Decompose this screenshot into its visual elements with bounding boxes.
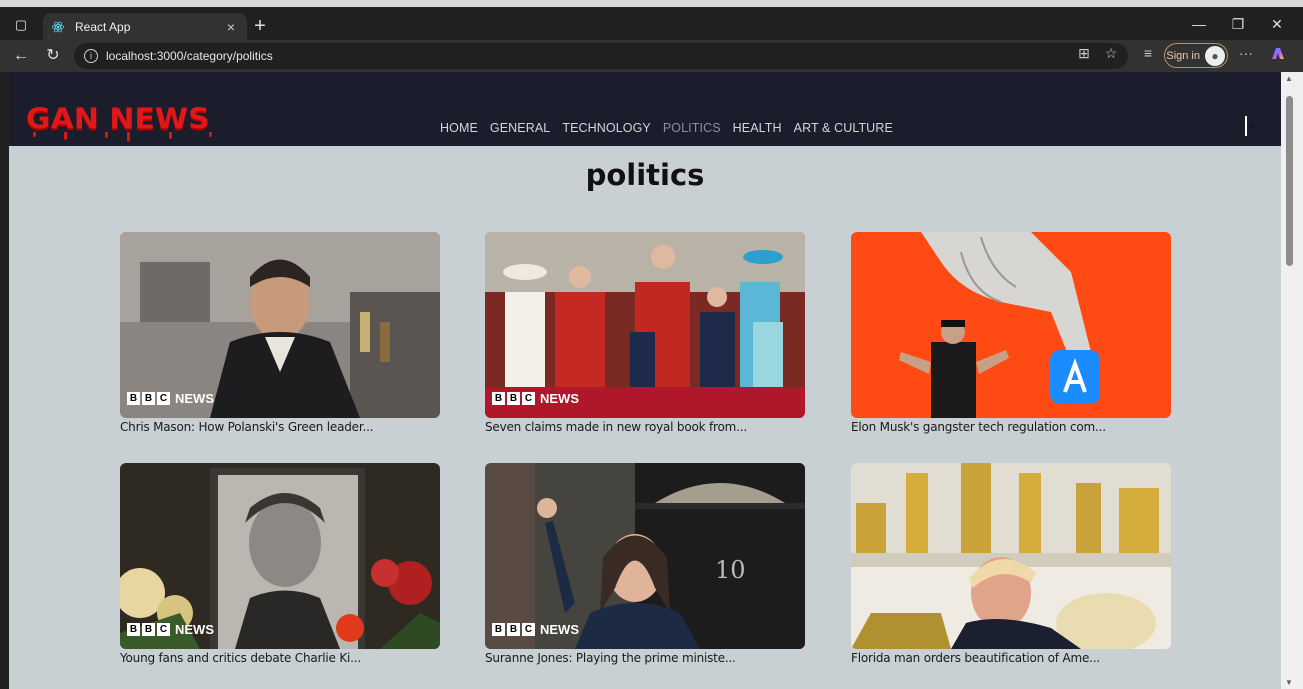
- article-caption[interactable]: Elon Musk's gangster tech regulation com…: [851, 420, 1171, 434]
- back-icon[interactable]: ←: [10, 45, 32, 67]
- logo-drip: [169, 132, 172, 139]
- tab-title: React App: [75, 20, 131, 34]
- scrollbar-thumb[interactable]: [1286, 96, 1293, 266]
- svg-text:10: 10: [715, 556, 746, 584]
- favorites-icon[interactable]: ≡: [1138, 45, 1158, 61]
- close-window-icon[interactable]: ✕: [1265, 16, 1289, 33]
- site-logo[interactable]: GAN NEWS: [26, 103, 210, 136]
- new-tab-button[interactable]: +: [250, 16, 270, 36]
- bbc-news-badge: BBC NEWS: [492, 391, 579, 406]
- bbc-news-badge: BBC NEWS: [127, 391, 214, 406]
- nav-general[interactable]: GENERAL: [490, 121, 550, 135]
- main-nav: HOME GENERAL TECHNOLOGY POLITICS HEALTH …: [440, 121, 905, 135]
- refresh-icon[interactable]: ↻: [42, 45, 64, 67]
- browser-tab-bar: ▢ React App × + — ❐ ✕: [0, 0, 1303, 41]
- bbc-news-badge: BBC NEWS: [492, 622, 579, 637]
- article-image[interactable]: 10 BBC NEWS: [485, 463, 805, 649]
- article-caption[interactable]: Young fans and critics debate Charlie Ki…: [120, 651, 440, 665]
- article-caption[interactable]: Seven claims made in new royal book from…: [485, 420, 805, 434]
- site-header: GAN NEWS HOME GENERAL TECHNOLOGY POLITIC…: [9, 72, 1281, 146]
- react-icon: [52, 21, 64, 33]
- sign-in-label: Sign in: [1166, 49, 1200, 62]
- search-input[interactable]: [1245, 116, 1247, 136]
- address-bar-row: ← ↻ i localhost:3000/category/politics ⊞…: [0, 40, 1303, 72]
- article-card[interactable]: Elon Musk's gangster tech regulation com…: [851, 232, 1171, 434]
- nav-health[interactable]: HEALTH: [733, 121, 782, 135]
- logo-drip: [105, 132, 108, 138]
- search-icon[interactable]: ⌕: [1249, 118, 1256, 133]
- nav-home[interactable]: HOME: [440, 121, 478, 135]
- minimize-icon[interactable]: —: [1187, 16, 1211, 32]
- restore-icon[interactable]: ❐: [1226, 16, 1250, 33]
- url-field[interactable]: i localhost:3000/category/politics: [74, 43, 1128, 69]
- url-text: localhost:3000/category/politics: [106, 49, 273, 63]
- logo-drip: [33, 132, 36, 137]
- article-caption[interactable]: Chris Mason: How Polanski's Green leader…: [120, 420, 440, 434]
- app-available-icon[interactable]: ⊞: [1074, 45, 1094, 62]
- scroll-up-icon[interactable]: ▲: [1285, 74, 1293, 83]
- page-viewport: GAN NEWS HOME GENERAL TECHNOLOGY POLITIC…: [9, 72, 1281, 689]
- nav-art-culture[interactable]: ART & CULTURE: [794, 121, 893, 135]
- logo-drip: [127, 132, 130, 142]
- page-title: politics: [585, 158, 705, 192]
- article-card[interactable]: Florida man orders beautification of Ame…: [851, 463, 1171, 665]
- bbc-news-badge: BBC NEWS: [127, 622, 214, 637]
- tab-close-icon[interactable]: ×: [223, 19, 239, 35]
- page-scrollbar[interactable]: ▲ ▼: [1281, 72, 1303, 689]
- article-image[interactable]: BBC NEWS: [485, 232, 805, 418]
- site-info-icon[interactable]: i: [84, 49, 98, 63]
- profile-avatar-icon: ●: [1205, 45, 1225, 66]
- favorite-star-icon[interactable]: ☆: [1101, 45, 1121, 62]
- article-image[interactable]: [851, 232, 1171, 418]
- more-menu-icon[interactable]: ···: [1236, 45, 1256, 61]
- logo-drip: [209, 132, 212, 137]
- article-caption[interactable]: Suranne Jones: Playing the prime ministe…: [485, 651, 805, 665]
- article-card[interactable]: BBC NEWS Young fans and critics debate C…: [120, 463, 440, 665]
- browser-tab[interactable]: React App ×: [43, 13, 247, 41]
- logo-drip: [64, 132, 67, 140]
- article-image[interactable]: [851, 463, 1171, 649]
- article-card[interactable]: BBC NEWS Chris Mason: How Polanski's Gre…: [120, 232, 440, 434]
- article-card[interactable]: BBC NEWS Seven claims made in new royal …: [485, 232, 805, 434]
- tab-actions-icon[interactable]: ▢: [8, 15, 34, 35]
- scroll-down-icon[interactable]: ▼: [1285, 678, 1293, 687]
- copilot-icon[interactable]: [1268, 45, 1288, 66]
- nav-politics[interactable]: POLITICS: [663, 121, 721, 135]
- nav-technology[interactable]: TECHNOLOGY: [562, 121, 651, 135]
- article-image[interactable]: BBC NEWS: [120, 232, 440, 418]
- article-caption[interactable]: Florida man orders beautification of Ame…: [851, 651, 1171, 665]
- article-card[interactable]: 10 BBC NEWS Suranne Jones: Playing the p…: [485, 463, 805, 665]
- article-image[interactable]: BBC NEWS: [120, 463, 440, 649]
- sign-in-button[interactable]: Sign in ●: [1164, 43, 1228, 68]
